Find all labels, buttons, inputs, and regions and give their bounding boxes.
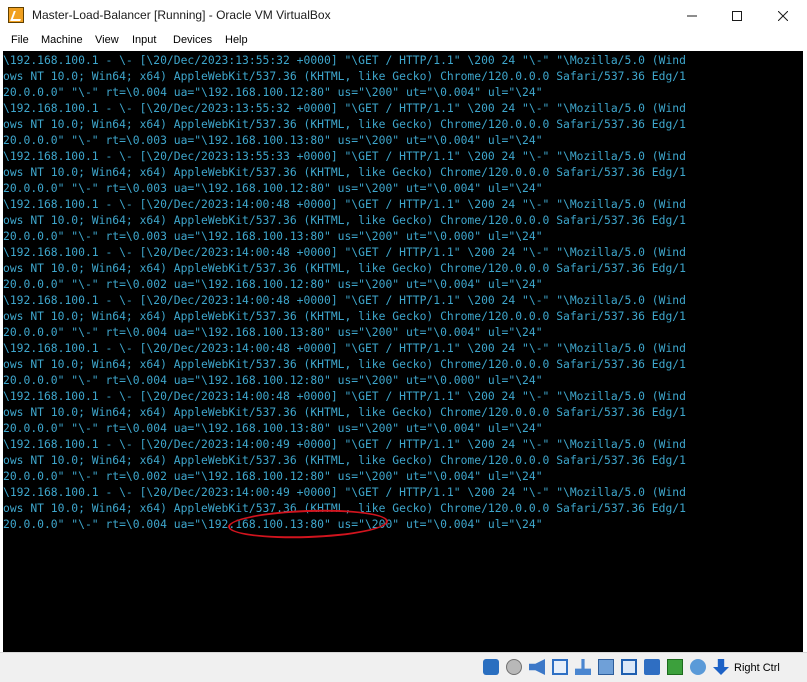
log-line: ows NT 10.0; Win64; x64) AppleWebKit/537… [3, 405, 686, 419]
log-line: \192.168.100.1 - \- [\20/Dec/2023:14:00:… [3, 389, 686, 403]
display-icon[interactable] [621, 659, 637, 675]
log-line: \192.168.100.1 - \- [\20/Dec/2023:14:00:… [3, 437, 686, 451]
network-icon[interactable] [552, 659, 568, 675]
menu-bar: File Machine View Input Devices Help [0, 31, 807, 50]
menu-view[interactable]: View [95, 34, 119, 46]
log-line: ows NT 10.0; Win64; x64) AppleWebKit/537… [3, 309, 686, 323]
log-line: \192.168.100.1 - \- [\20/Dec/2023:14:00:… [3, 485, 686, 499]
log-line: \192.168.100.1 - \- [\20/Dec/2023:13:55:… [3, 101, 686, 115]
maximize-icon [732, 10, 742, 21]
window-title: Master-Load-Balancer [Running] - Oracle … [32, 8, 331, 22]
minimize-button[interactable] [669, 0, 715, 31]
log-line: ows NT 10.0; Win64; x64) AppleWebKit/537… [3, 117, 686, 131]
recording-icon[interactable] [644, 659, 660, 675]
log-line: 20.0.0.0" "\-" rt=\0.003 ua="\192.168.10… [3, 229, 543, 243]
log-line: \192.168.100.1 - \- [\20/Dec/2023:13:55:… [3, 53, 686, 67]
log-line: ows NT 10.0; Win64; x64) AppleWebKit/537… [3, 165, 686, 179]
virtualbox-app-icon [8, 7, 24, 23]
log-line: ows NT 10.0; Win64; x64) AppleWebKit/537… [3, 69, 686, 83]
close-icon [778, 10, 788, 21]
shared-folders-icon[interactable] [598, 659, 614, 675]
cpu-icon[interactable] [667, 659, 683, 675]
log-line: 20.0.0.0" "\-" rt=\0.004 ua="\192.168.10… [3, 325, 543, 339]
menu-devices[interactable]: Devices [173, 34, 212, 46]
menu-file[interactable]: File [11, 34, 29, 46]
optical-drive-icon[interactable] [506, 659, 522, 675]
title-bar: Master-Load-Balancer [Running] - Oracle … [0, 0, 807, 31]
audio-icon[interactable] [529, 659, 545, 675]
mouse-integration-icon[interactable] [690, 659, 706, 675]
host-key-label: Right Ctrl [734, 662, 780, 674]
log-line: 20.0.0.0" "\-" rt=\0.002 ua="\192.168.10… [3, 277, 543, 291]
log-line: 20.0.0.0" "\-" rt=\0.003 ua="\192.168.10… [3, 133, 543, 147]
log-line: 20.0.0.0" "\-" rt=\0.003 ua="\192.168.10… [3, 181, 543, 195]
minimize-icon [687, 15, 697, 16]
vm-screen[interactable]: \192.168.100.1 - \- [\20/Dec/2023:13:55:… [3, 51, 803, 652]
menu-input[interactable]: Input [132, 34, 156, 46]
log-line: ows NT 10.0; Win64; x64) AppleWebKit/537… [3, 357, 686, 371]
menu-help[interactable]: Help [225, 34, 248, 46]
log-line: ows NT 10.0; Win64; x64) AppleWebKit/537… [3, 453, 686, 467]
usb-icon[interactable] [575, 659, 591, 675]
close-button[interactable] [760, 0, 806, 31]
log-line: 20.0.0.0" "\-" rt=\0.002 ua="\192.168.10… [3, 469, 543, 483]
log-line: \192.168.100.1 - \- [\20/Dec/2023:14:00:… [3, 341, 686, 355]
keyboard-capture-icon[interactable] [713, 659, 729, 675]
log-line: ows NT 10.0; Win64; x64) AppleWebKit/537… [3, 213, 686, 227]
log-line: ows NT 10.0; Win64; x64) AppleWebKit/537… [3, 261, 686, 275]
log-line: 20.0.0.0" "\-" rt=\0.004 ua="\192.168.10… [3, 85, 543, 99]
log-line: \192.168.100.1 - \- [\20/Dec/2023:14:00:… [3, 245, 686, 259]
status-bar: Right Ctrl [0, 652, 807, 682]
menu-machine[interactable]: Machine [41, 34, 83, 46]
log-line: \192.168.100.1 - \- [\20/Dec/2023:13:55:… [3, 149, 686, 163]
log-line: \192.168.100.1 - \- [\20/Dec/2023:14:00:… [3, 197, 686, 211]
log-line: 20.0.0.0" "\-" rt=\0.004 ua="\192.168.10… [3, 421, 543, 435]
log-line: 20.0.0.0" "\-" rt=\0.004 ua="\192.168.10… [3, 373, 543, 387]
hard-disk-icon[interactable] [483, 659, 499, 675]
maximize-button[interactable] [714, 0, 760, 31]
log-line: \192.168.100.1 - \- [\20/Dec/2023:14:00:… [3, 293, 686, 307]
